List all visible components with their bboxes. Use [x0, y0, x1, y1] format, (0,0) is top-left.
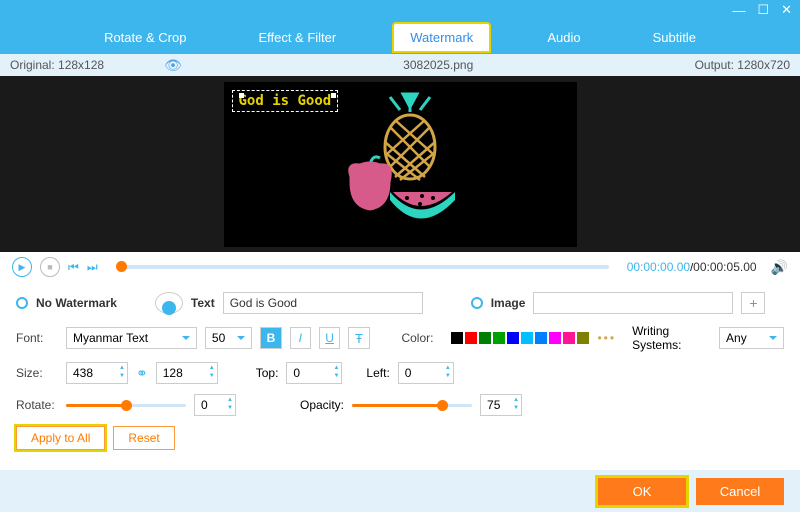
text-label: Text [191, 296, 215, 310]
image-label: Image [491, 296, 526, 310]
watermark-text-overlay[interactable]: God is Good [232, 90, 339, 112]
tabs: Rotate & Crop Effect & Filter Watermark … [0, 20, 800, 54]
minimize-button[interactable]: — [732, 3, 745, 18]
volume-icon[interactable]: 🔊 [771, 259, 788, 276]
rotate-label: Rotate: [16, 398, 58, 412]
more-colors-button[interactable]: ••• [597, 331, 616, 345]
preview-image [325, 92, 475, 237]
stop-button[interactable]: ■ [40, 257, 60, 277]
apply-to-all-button[interactable]: Apply to All [16, 426, 105, 450]
no-watermark-label: No Watermark [36, 296, 117, 310]
add-image-button[interactable]: + [741, 292, 765, 314]
preview-canvas[interactable]: God is Good [224, 82, 577, 247]
font-select[interactable]: Myanmar Text [66, 327, 197, 349]
options-panel: No Watermark Text Image + Font: Myanmar … [0, 282, 800, 464]
color-label: Color: [401, 331, 443, 345]
transport-bar: ▶ ■ ⏮ ⏭ 00:00:00.00/00:00:05.00 🔊 [0, 252, 800, 282]
titlebar: — ☐ ✕ [0, 0, 800, 20]
height-stepper[interactable]: 128▲▼ [156, 362, 218, 384]
ok-button[interactable]: OK [598, 478, 686, 505]
preview-area: God is Good [0, 76, 800, 252]
watermelon-icon [390, 192, 455, 219]
left-label: Left: [366, 366, 389, 380]
width-stepper[interactable]: 438▲▼ [66, 362, 128, 384]
color-swatch[interactable] [479, 332, 491, 344]
font-label: Font: [16, 331, 58, 345]
opacity-label: Opacity: [300, 398, 344, 412]
top-stepper[interactable]: 0▲▼ [286, 362, 342, 384]
tab-subtitle[interactable]: Subtitle [637, 24, 712, 51]
tab-effect-filter[interactable]: Effect & Filter [242, 24, 352, 51]
bold-button[interactable]: B [260, 327, 281, 349]
color-swatches [451, 332, 589, 344]
rotate-stepper[interactable]: 0▲▼ [194, 394, 236, 416]
info-bar: Original: 128x128 👁 3082025.png Output: … [0, 54, 800, 76]
color-swatch[interactable] [465, 332, 477, 344]
tab-watermark[interactable]: Watermark [392, 22, 491, 53]
text-input[interactable] [223, 292, 423, 314]
color-swatch[interactable] [577, 332, 589, 344]
color-swatch[interactable] [521, 332, 533, 344]
seek-slider[interactable] [116, 265, 609, 269]
color-swatch[interactable] [451, 332, 463, 344]
preview-toggle-icon[interactable]: 👁 [164, 57, 182, 74]
original-dimensions: Original: 128x128 [10, 58, 104, 72]
tab-rotate-crop[interactable]: Rotate & Crop [88, 24, 202, 51]
cancel-button[interactable]: Cancel [696, 478, 784, 505]
apple-icon [349, 156, 392, 209]
radio-text[interactable] [155, 292, 183, 314]
maximize-button[interactable]: ☐ [757, 2, 769, 18]
prev-frame-button[interactable]: ⏮ [68, 260, 79, 275]
output-dimensions: Output: 1280x720 [695, 58, 790, 72]
underline-button[interactable]: U [319, 327, 340, 349]
radio-no-watermark[interactable] [16, 297, 28, 309]
filename: 3082025.png [182, 58, 695, 72]
left-stepper[interactable]: 0▲▼ [398, 362, 454, 384]
color-swatch[interactable] [493, 332, 505, 344]
close-button[interactable]: ✕ [781, 2, 792, 18]
link-dimensions-icon[interactable]: ⚭ [136, 365, 148, 382]
color-swatch[interactable] [563, 332, 575, 344]
time-display: 00:00:00.00/00:00:05.00 [627, 260, 757, 274]
reset-button[interactable]: Reset [113, 426, 174, 450]
italic-button[interactable]: I [290, 327, 311, 349]
radio-image[interactable] [471, 297, 483, 309]
size-label: Size: [16, 366, 58, 380]
opacity-stepper[interactable]: 75▲▼ [480, 394, 522, 416]
next-frame-button[interactable]: ⏭ [87, 260, 98, 275]
fontsize-select[interactable]: 50 [205, 327, 252, 349]
color-swatch[interactable] [507, 332, 519, 344]
writing-systems-select[interactable]: Any [719, 327, 784, 349]
strikethrough-button[interactable]: Ŧ [348, 327, 369, 349]
writing-systems-label: Writing Systems: [632, 324, 711, 352]
top-label: Top: [256, 366, 279, 380]
rotate-slider[interactable] [66, 404, 186, 407]
image-path-input[interactable] [533, 292, 733, 314]
pineapple-icon [385, 94, 435, 180]
color-swatch[interactable] [535, 332, 547, 344]
color-swatch[interactable] [549, 332, 561, 344]
footer: OK Cancel [0, 470, 800, 512]
tab-audio[interactable]: Audio [531, 24, 596, 51]
play-button[interactable]: ▶ [12, 257, 32, 277]
opacity-slider[interactable] [352, 404, 472, 407]
